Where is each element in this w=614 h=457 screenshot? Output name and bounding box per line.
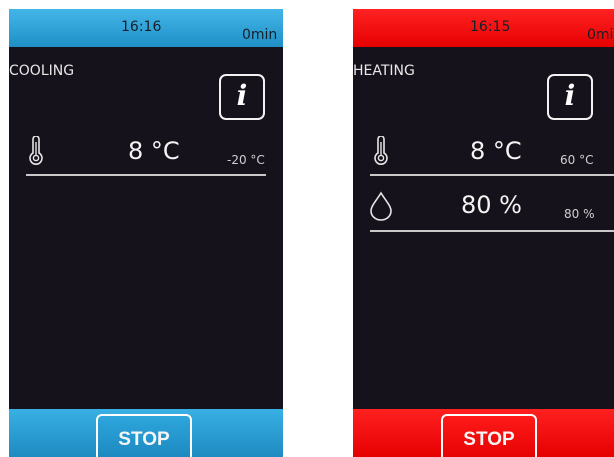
divider xyxy=(26,174,266,176)
stop-button[interactable]: STOP xyxy=(96,414,192,457)
status-bar: 16:16 0min xyxy=(9,9,283,47)
clock: 16:16 xyxy=(121,19,162,35)
info-icon: i xyxy=(236,79,248,112)
action-bar: STOP xyxy=(353,409,614,457)
info-button[interactable]: i xyxy=(547,74,593,120)
divider xyxy=(370,230,614,232)
clock: 16:15 xyxy=(470,19,511,35)
mode-label: HEATING xyxy=(353,63,415,79)
humidity-value: 80 % xyxy=(461,191,522,219)
humidity-setpoint[interactable]: 80 % xyxy=(564,207,595,221)
info-icon: i xyxy=(564,79,576,112)
elapsed-timer: 0min xyxy=(242,27,278,43)
elapsed-timer: 0min xyxy=(587,27,614,43)
status-bar: 16:15 0min xyxy=(353,9,614,47)
divider xyxy=(370,174,614,176)
action-bar: STOP xyxy=(9,409,283,457)
stage: 16:16 0min COOLING i 8 °C -20 °C STOP 16… xyxy=(0,0,614,457)
thermometer-icon xyxy=(27,136,45,166)
info-button[interactable]: i xyxy=(219,74,265,120)
temperature-setpoint[interactable]: 60 °C xyxy=(560,153,593,167)
mode-label: COOLING xyxy=(9,63,75,79)
temperature-setpoint[interactable]: -20 °C xyxy=(227,153,265,167)
temperature-value: 8 °C xyxy=(128,137,180,165)
thermometer-icon xyxy=(372,136,390,166)
stop-button[interactable]: STOP xyxy=(441,414,537,457)
temperature-value: 8 °C xyxy=(470,137,522,165)
heating-screen: 16:15 0min HEATING i 8 °C 60 °C 80 % 80 … xyxy=(353,9,614,457)
cooling-screen: 16:16 0min COOLING i 8 °C -20 °C STOP xyxy=(9,9,283,457)
droplet-icon xyxy=(368,191,394,221)
